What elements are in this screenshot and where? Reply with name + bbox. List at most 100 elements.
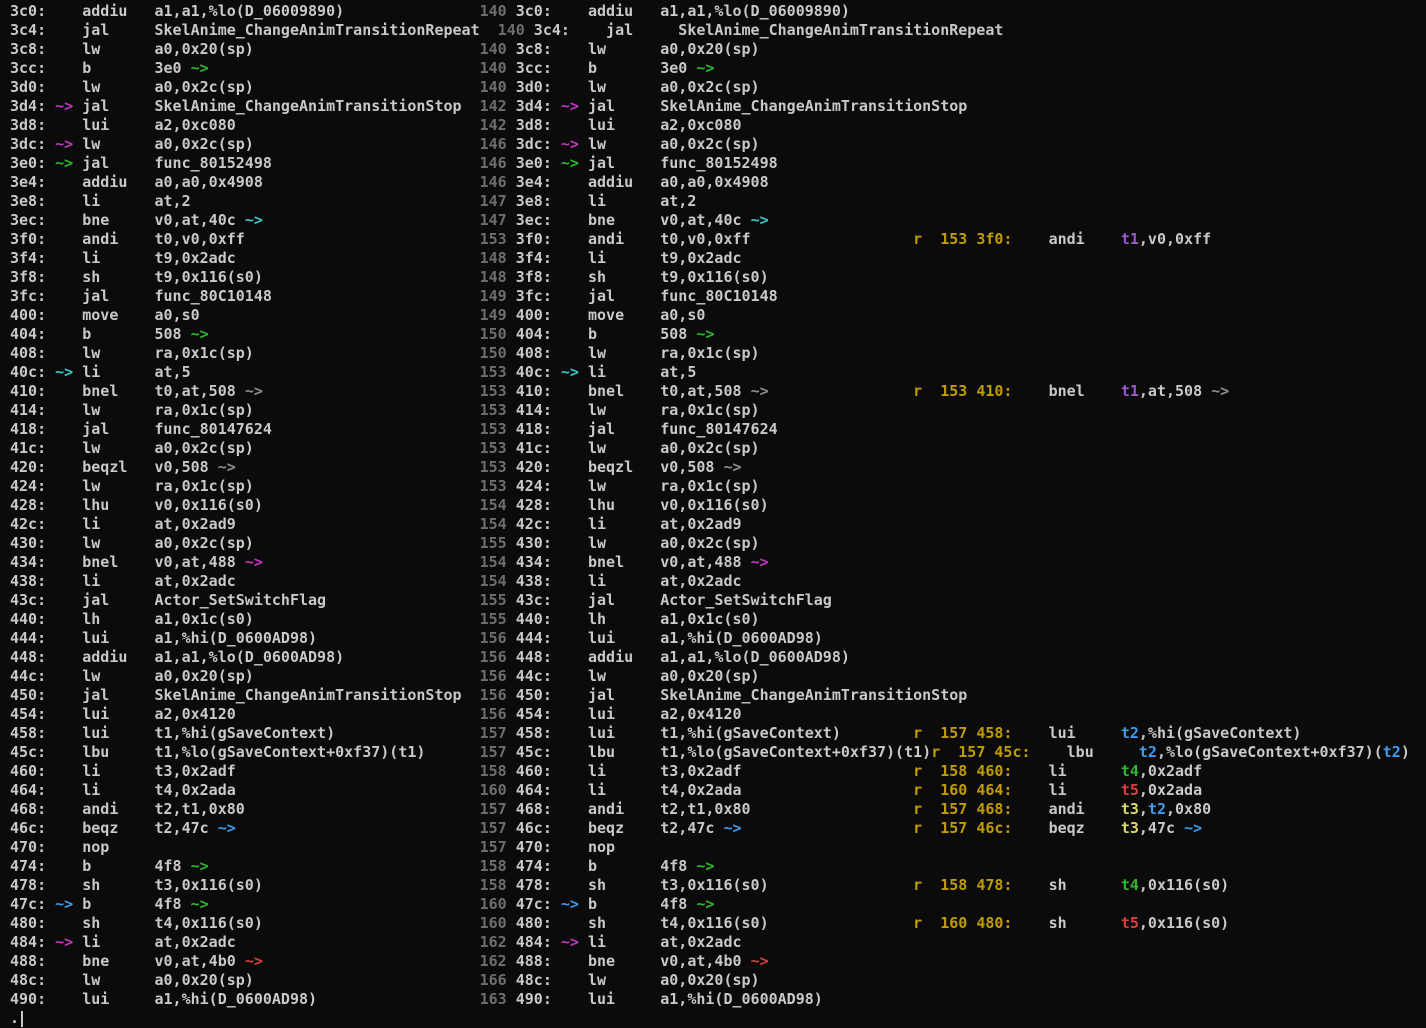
operand: 3e0 bbox=[660, 59, 696, 77]
address: 3ec: bbox=[10, 211, 46, 229]
operand: t4,0x2ada bbox=[660, 781, 741, 799]
address: 3d0: bbox=[516, 78, 552, 96]
address: 450: bbox=[10, 686, 46, 704]
address: 474: bbox=[10, 857, 46, 875]
mnemonic: li bbox=[588, 762, 606, 780]
branch-source-arrow-icon: ~> bbox=[561, 135, 579, 153]
asm-row: 3c0: addiu a1,a1,%lo(D_06009890) 140 3c0… bbox=[10, 2, 1426, 21]
address: 404: bbox=[516, 325, 552, 343]
address: 48c: bbox=[10, 971, 46, 989]
mnemonic: beqz bbox=[82, 819, 118, 837]
mnemonic: sh bbox=[1049, 876, 1067, 894]
mnemonic: jal bbox=[606, 21, 633, 39]
operand: ,0x116(s0) bbox=[1139, 876, 1229, 894]
operand: SkelAnime_ChangeAnimTransitionStop bbox=[155, 686, 462, 704]
operand: func_80C10148 bbox=[155, 287, 272, 305]
operand: ,at,508 bbox=[1139, 382, 1211, 400]
line-number: 157 bbox=[940, 800, 967, 818]
mnemonic: li bbox=[588, 515, 606, 533]
branch-target-arrow-icon: ~> bbox=[751, 211, 769, 229]
operand: v0,at,488 bbox=[660, 553, 750, 571]
operand: a0,0x2c(sp) bbox=[155, 534, 254, 552]
mnemonic: bne bbox=[82, 952, 109, 970]
operand: t1,%hi(gSaveContext) bbox=[660, 724, 841, 742]
asm-row: 47c: ~> b 4f8 ~> 160 47c: ~> b 4f8 ~> bbox=[10, 895, 1426, 914]
mnemonic: addiu bbox=[82, 173, 127, 191]
asm-row: 448: addiu a1,a1,%lo(D_0600AD98) 156 448… bbox=[10, 648, 1426, 667]
operand: at,2 bbox=[155, 192, 191, 210]
mnemonic: jal bbox=[588, 591, 615, 609]
operand: a0,s0 bbox=[155, 306, 200, 324]
address: 464: bbox=[516, 781, 552, 799]
address: 460: bbox=[516, 762, 552, 780]
branch-target-arrow-icon: ~> bbox=[218, 458, 236, 476]
branch-target-arrow-icon: ~> bbox=[245, 211, 263, 229]
mnemonic: lw bbox=[82, 971, 100, 989]
asm-row: 3c8: lw a0,0x20(sp) 140 3c8: lw a0,0x20(… bbox=[10, 40, 1426, 59]
address: 3ec: bbox=[516, 211, 552, 229]
operand: ra,0x1c(sp) bbox=[155, 477, 254, 495]
address: 470: bbox=[516, 838, 552, 856]
operand: , bbox=[1139, 800, 1148, 818]
reg-rename-marker: r bbox=[913, 230, 922, 248]
mnemonic: addiu bbox=[82, 2, 127, 20]
branch-target-arrow-icon: ~> bbox=[245, 553, 263, 571]
address: 3e8: bbox=[10, 192, 46, 210]
address: 480: bbox=[976, 914, 1012, 932]
address: 450: bbox=[516, 686, 552, 704]
address: 478: bbox=[10, 876, 46, 894]
address: 480: bbox=[516, 914, 552, 932]
operand: SkelAnime_ChangeAnimTransitionRepeat bbox=[155, 21, 480, 39]
operand: a1,a1,%lo(D_0600AD98) bbox=[660, 648, 850, 666]
asm-row: 478: sh t3,0x116(s0) 158 478: sh t3,0x11… bbox=[10, 876, 1426, 895]
operand: a0,s0 bbox=[660, 306, 705, 324]
operand: at,0x2adc bbox=[155, 572, 236, 590]
operand: t4 bbox=[1121, 876, 1139, 894]
line-number: 154 bbox=[480, 515, 507, 533]
operand: t1,%hi(gSaveContext) bbox=[155, 724, 336, 742]
asm-row: 45c: lbu t1,%lo(gSaveContext+0xf37)(t1) … bbox=[10, 743, 1426, 762]
address: 468: bbox=[516, 800, 552, 818]
address: 47c: bbox=[516, 895, 552, 913]
line-number: 154 bbox=[480, 553, 507, 571]
address: 418: bbox=[10, 420, 46, 438]
mnemonic: li bbox=[82, 192, 100, 210]
operand: 3e0 bbox=[155, 59, 191, 77]
address: 428: bbox=[516, 496, 552, 514]
terminal-output[interactable]: 3c0: addiu a1,a1,%lo(D_06009890) 140 3c0… bbox=[0, 0, 1426, 1028]
line-number: 154 bbox=[480, 572, 507, 590]
address: 478: bbox=[516, 876, 552, 894]
mnemonic: lw bbox=[82, 344, 100, 362]
line-number: 155 bbox=[480, 534, 507, 552]
mnemonic: b bbox=[588, 59, 597, 77]
line-number: 150 bbox=[480, 344, 507, 362]
address: 3f4: bbox=[516, 249, 552, 267]
mnemonic: lbu bbox=[588, 743, 615, 761]
operand: t4 bbox=[1121, 762, 1139, 780]
mnemonic: jal bbox=[588, 154, 615, 172]
mnemonic: nop bbox=[82, 838, 109, 856]
address: 448: bbox=[10, 648, 46, 666]
operand: a0,0x20(sp) bbox=[155, 40, 254, 58]
operand: a1,a1,%lo(D_06009890) bbox=[660, 2, 850, 20]
line-number: 157 bbox=[480, 800, 507, 818]
operand: SkelAnime_ChangeAnimTransitionStop bbox=[660, 686, 967, 704]
operand: 4f8 bbox=[660, 857, 696, 875]
address: 3d8: bbox=[10, 116, 46, 134]
operand: t2,t1,0x80 bbox=[660, 800, 750, 818]
address: 3c0: bbox=[516, 2, 552, 20]
line-number: 155 bbox=[480, 591, 507, 609]
mnemonic: lbu bbox=[82, 743, 109, 761]
asm-row: 44c: lw a0,0x20(sp) 156 44c: lw a0,0x20(… bbox=[10, 667, 1426, 686]
asm-row: 418: jal func_80147624 153 418: jal func… bbox=[10, 420, 1426, 439]
line-number: 140 bbox=[480, 59, 507, 77]
operand: t0,v0,0xff bbox=[155, 230, 245, 248]
asm-row: 430: lw a0,0x2c(sp) 155 430: lw a0,0x2c(… bbox=[10, 534, 1426, 553]
address: 3e0: bbox=[10, 154, 46, 172]
status-text: . bbox=[10, 1009, 19, 1027]
mnemonic: b bbox=[588, 895, 597, 913]
line-number: 157 bbox=[480, 743, 507, 761]
operand: at,0x2adc bbox=[155, 933, 236, 951]
mnemonic: jal bbox=[82, 686, 109, 704]
operand: ra,0x1c(sp) bbox=[660, 344, 759, 362]
